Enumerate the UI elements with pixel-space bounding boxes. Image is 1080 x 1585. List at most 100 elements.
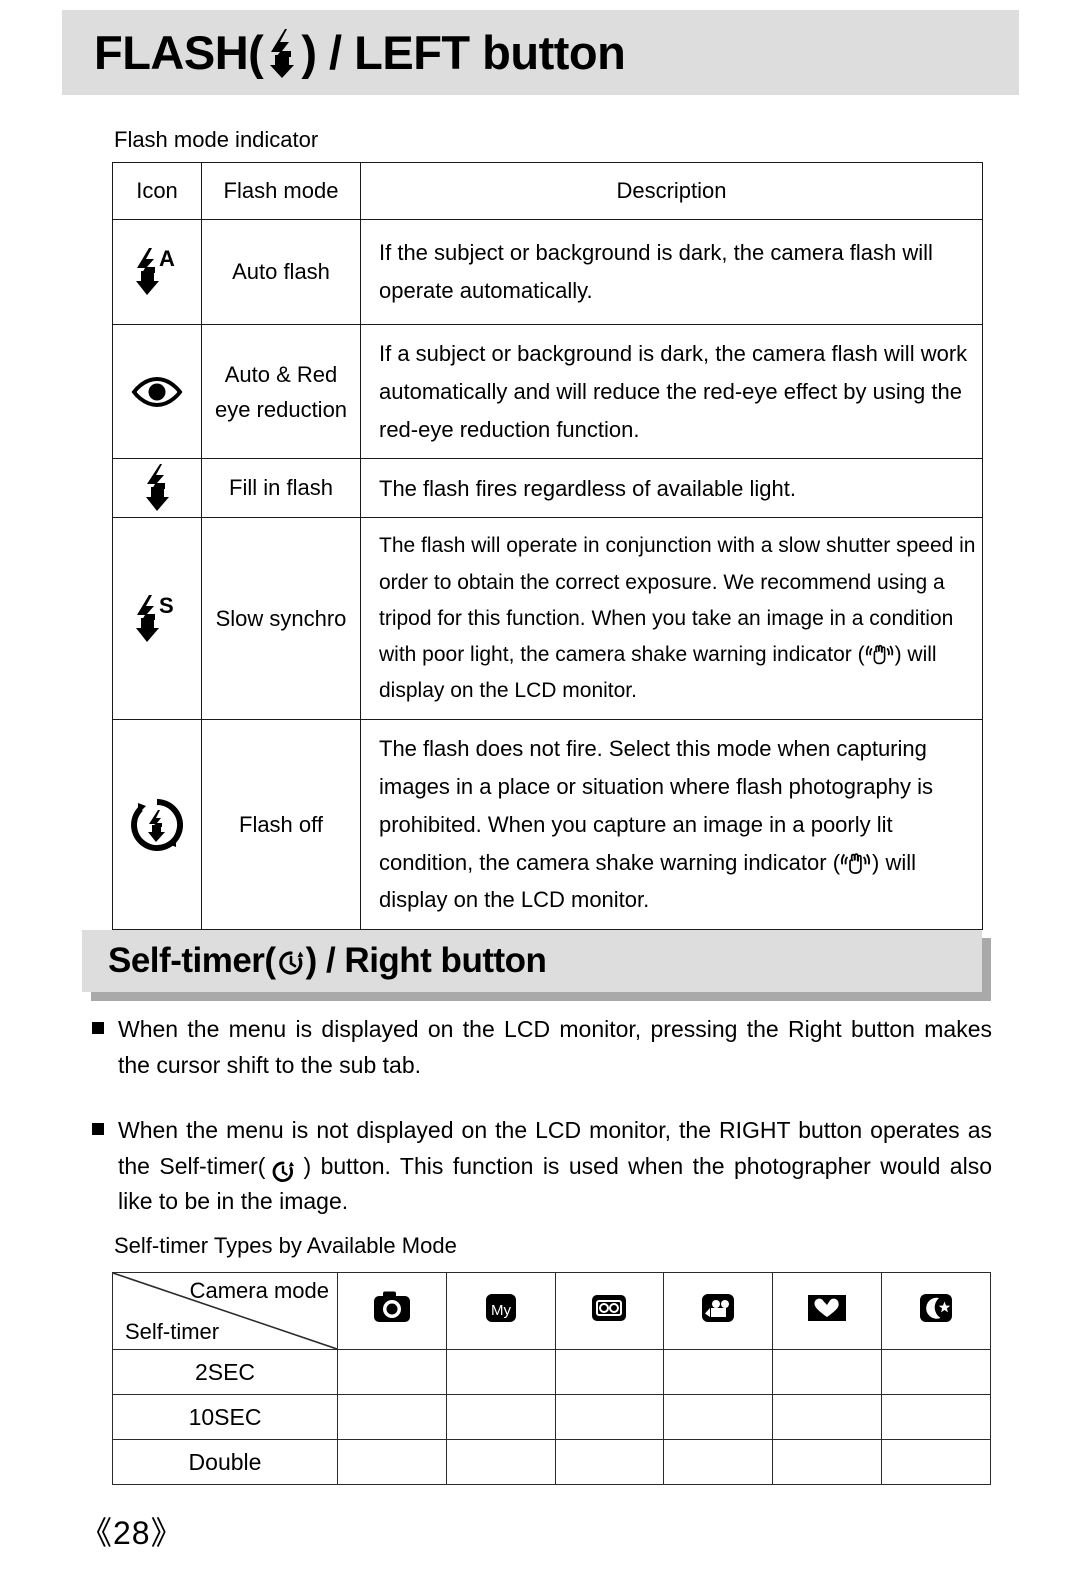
table-row: 10SEC (112, 1394, 991, 1440)
cell-double-movie-clip (663, 1439, 774, 1485)
fill-in-flash-icon (141, 461, 173, 515)
flash-mode-description-cell: If the subject or background is dark, th… (360, 219, 983, 325)
selftimer-types-table: Camera mode Self-timer My 2SEC 10SEC Dou… (112, 1272, 991, 1485)
self-timer-icon (276, 944, 306, 978)
auto-camera-mode-icon (371, 1287, 413, 1335)
self-timer-icon (269, 1155, 299, 1182)
slow-synchro-icon: S (133, 589, 181, 649)
flash-mode-label-line2: eye reduction (214, 396, 348, 422)
selftimer-section-header-band: Self-timer( ) / Right button (82, 930, 982, 992)
cell-2sec-my-set (445, 1349, 556, 1395)
cell-double-night-scene (880, 1439, 991, 1485)
bullet-text: When the menu is displayed on the LCD mo… (118, 1016, 992, 1078)
night-scene-mode-icon (915, 1287, 957, 1335)
flash-section-header-band: FLASH( ) / LEFT button (62, 10, 1019, 95)
cell-2sec-night-scene (880, 1349, 991, 1395)
table-corner-cell: Camera mode Self-timer (112, 1272, 338, 1350)
mode-column-voice-recording (554, 1272, 665, 1350)
row-label-10sec: 10SEC (112, 1394, 338, 1440)
table-row: 2SEC (112, 1349, 991, 1395)
flash-mode-label-cell: Auto & Red eye reduction (201, 323, 361, 460)
bullet-text: When the menu is not displayed on the LC… (118, 1113, 992, 1220)
flash-mode-table: Icon Flash mode Description A Auto flash… (112, 162, 983, 931)
table-row: S Slow synchro The flash will operate in… (112, 517, 983, 721)
flash-mode-label: Flash off (201, 719, 361, 931)
fill-in-flash-icon-cell (112, 458, 202, 519)
movie-clip-mode-icon (697, 1287, 739, 1335)
flash-mode-label-line1: Auto & Red (224, 361, 338, 387)
red-eye-reduction-icon (131, 375, 183, 409)
table-row: Flash off The flash does not fire. Selec… (112, 719, 983, 931)
cell-10sec-night-scene (880, 1394, 991, 1440)
cell-2sec-portrait (772, 1349, 882, 1395)
selftimer-title-suffix: ) / Right button (305, 941, 547, 980)
selftimer-title-prefix: Self-timer( (108, 941, 276, 980)
page-title-suffix: ) / LEFT button (301, 26, 626, 79)
cell-double-my-set (445, 1439, 556, 1485)
flash-mode-description-cell: The flash will operate in conjunction wi… (360, 517, 983, 721)
mode-column-auto (337, 1272, 447, 1350)
flash-mode-description: The flash fires regardless of available … (379, 475, 796, 501)
cell-10sec-auto (337, 1394, 447, 1440)
flash-bolt-icon (265, 27, 299, 79)
corner-label-self-timer: Self-timer (125, 1319, 220, 1344)
row-label-2sec: 2SEC (112, 1349, 338, 1395)
column-header-icon: Icon (112, 162, 202, 220)
svg-text:A: A (159, 246, 175, 271)
page-title-prefix: FLASH( (94, 26, 264, 79)
row-label-double: Double (112, 1439, 338, 1485)
column-header-flash-mode: Flash mode (201, 162, 361, 220)
mode-column-night-scene (880, 1272, 991, 1350)
cell-double-voice-recording (554, 1439, 665, 1485)
selftimer-band-shadow-horizontal (91, 992, 991, 1001)
cell-double-auto (337, 1439, 447, 1485)
flash-mode-indicator-caption: Flash mode indicator (114, 127, 319, 152)
flash-mode-description: If the subject or background is dark, th… (379, 240, 933, 303)
bullet-marker-icon (92, 1123, 104, 1135)
flash-auto-icon-cell: A (112, 219, 202, 325)
cell-10sec-voice-recording (554, 1394, 665, 1440)
my-set-mode-icon: My (480, 1287, 522, 1335)
flash-mode-description: If a subject or background is dark, the … (379, 341, 968, 442)
table-row: Double (112, 1439, 991, 1485)
flash-mode-label: Auto flash (201, 219, 361, 325)
table-row: Fill in flash The flash fires regardless… (112, 458, 983, 519)
portrait-mode-icon (805, 1288, 849, 1334)
bullet-marker-icon (92, 1022, 104, 1034)
slow-synchro-icon-cell: S (112, 517, 202, 721)
cell-10sec-my-set (445, 1394, 556, 1440)
page-title: FLASH( ) / LEFT button (94, 25, 626, 80)
cell-10sec-movie-clip (663, 1394, 774, 1440)
flash-auto-icon: A (133, 242, 181, 302)
cell-2sec-movie-clip (663, 1349, 774, 1395)
cell-10sec-portrait (772, 1394, 882, 1440)
table-row: Auto & Red eye reduction If a subject or… (112, 323, 983, 460)
flash-mode-label: Slow synchro (201, 517, 361, 721)
camera-shake-warning-icon (865, 643, 895, 667)
mode-column-movie-clip (663, 1272, 774, 1350)
corner-label-camera-mode: Camera mode (189, 1278, 329, 1303)
column-header-description: Description (360, 162, 983, 220)
flash-mode-label: Fill in flash (201, 458, 361, 519)
selftimer-band-shadow-vertical (982, 938, 991, 1000)
svg-text:My: My (491, 1302, 511, 1319)
flash-off-icon-cell (112, 719, 202, 931)
red-eye-reduction-icon-cell (112, 323, 202, 460)
table-row: A Auto flash If the subject or backgroun… (112, 219, 983, 325)
voice-recording-mode-icon (588, 1287, 630, 1335)
cell-2sec-voice-recording (554, 1349, 665, 1395)
table-header-row: Camera mode Self-timer My (112, 1272, 991, 1350)
selftimer-title: Self-timer( ) / Right button (108, 941, 547, 981)
svg-text:S: S (159, 593, 174, 618)
flash-mode-description-cell: The flash does not fire. Select this mod… (360, 719, 983, 931)
cell-2sec-auto (337, 1349, 447, 1395)
flash-mode-description-cell: The flash fires regardless of available … (360, 458, 983, 519)
bullet-item: When the menu is not displayed on the LC… (92, 1113, 992, 1220)
cell-double-portrait (772, 1439, 882, 1485)
flash-mode-description: The flash will operate in conjunction wi… (361, 518, 982, 719)
mode-column-portrait (772, 1272, 882, 1350)
page-number: 《28》 (80, 1515, 184, 1551)
table-header-row: Icon Flash mode Description (112, 162, 983, 220)
selftimer-types-caption: Self-timer Types by Available Mode (114, 1233, 457, 1258)
bullet-item: When the menu is displayed on the LCD mo… (92, 1012, 992, 1083)
